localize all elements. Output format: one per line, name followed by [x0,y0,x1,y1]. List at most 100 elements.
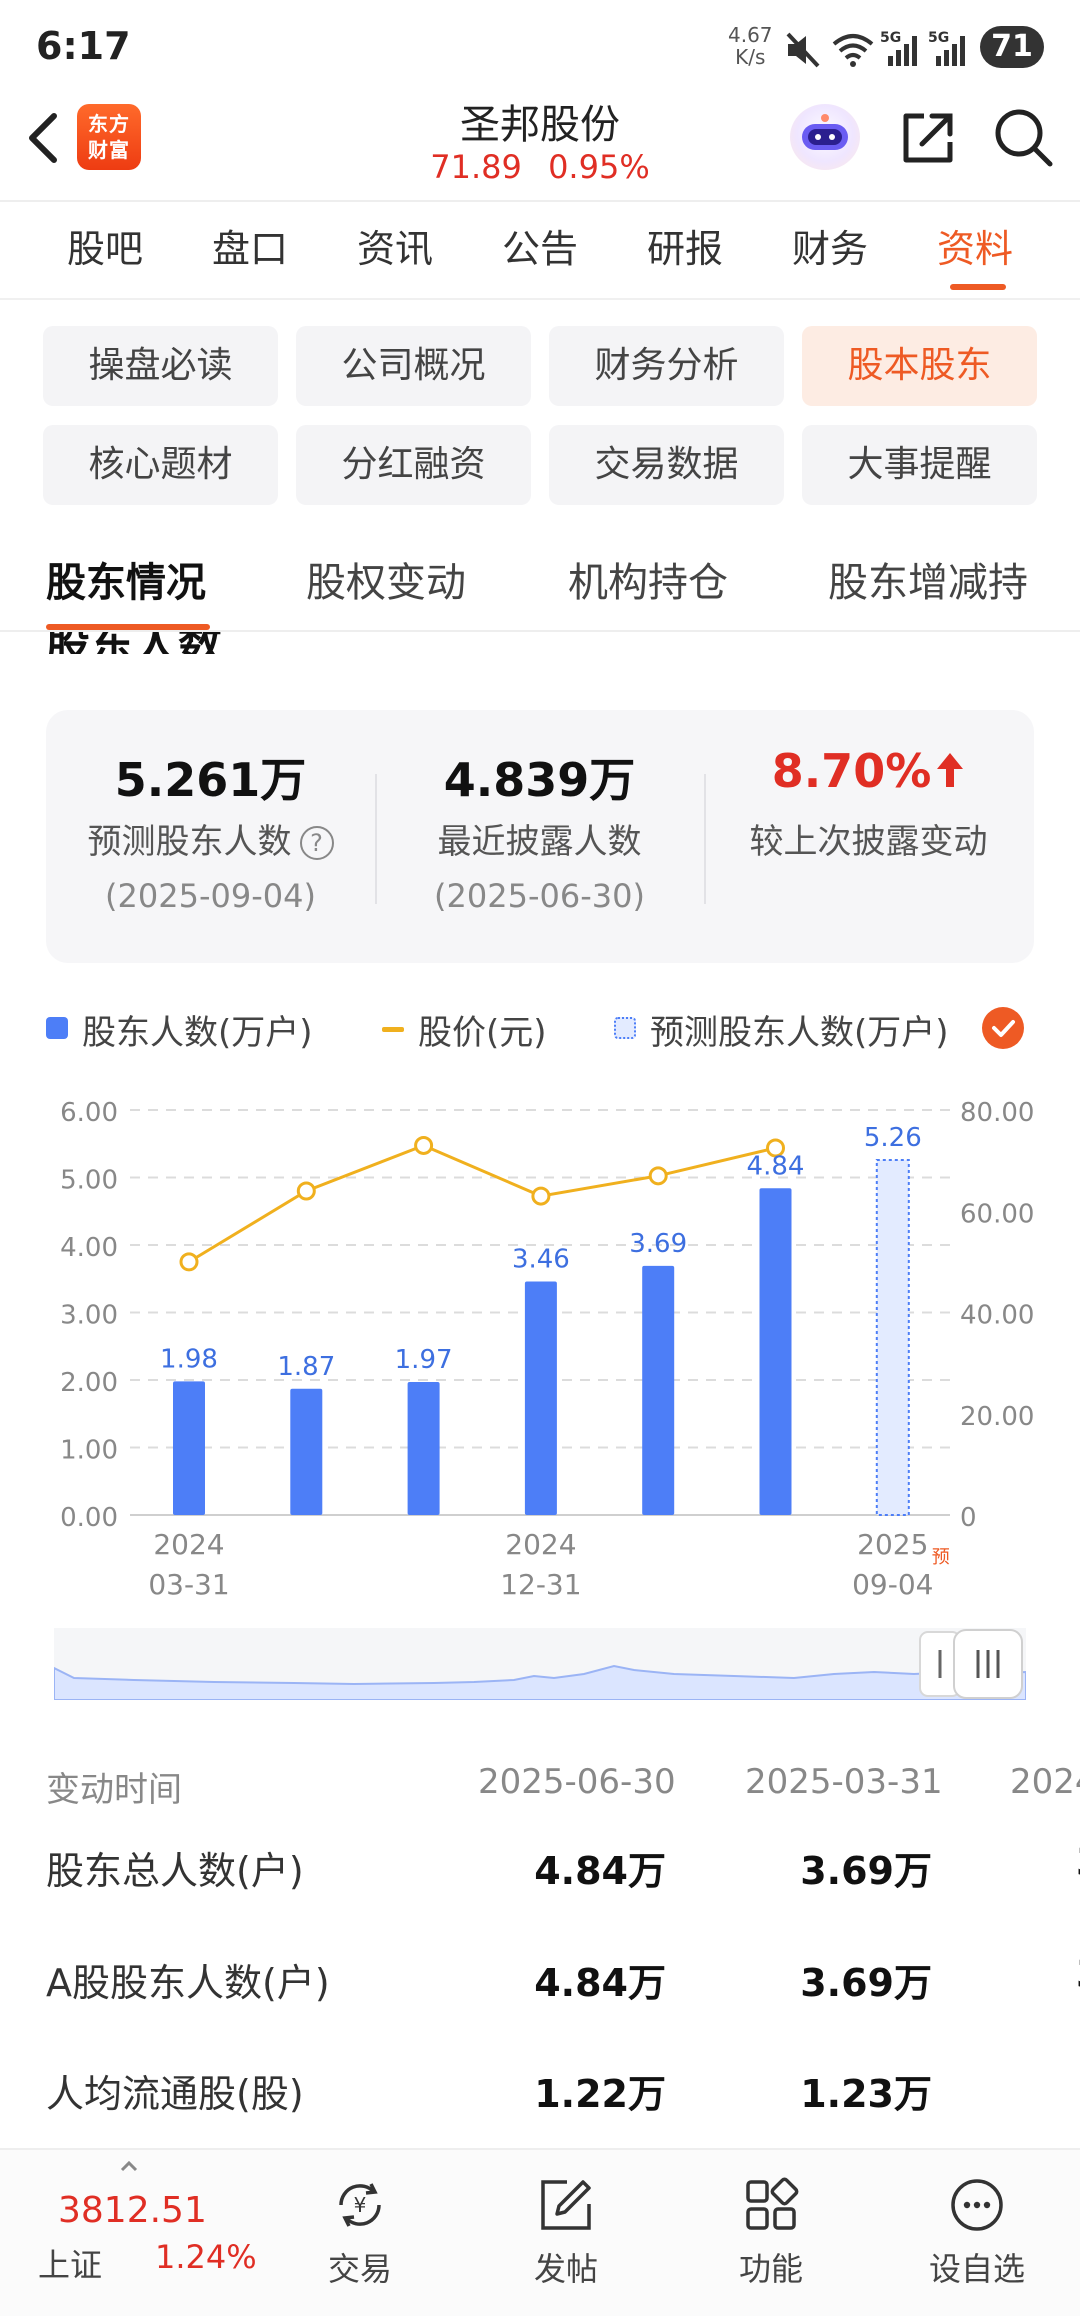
x-tick-year: 2024 [153,1528,224,1561]
chart-range-slider[interactable] [54,1628,1026,1700]
shareholder-chart[interactable]: 1.98 1.87 1.97 3.46 3.69 4.84 5.26 0.00 1.00 2.0… [0,1080,1080,1620]
arrow-up-icon [937,753,964,787]
trade-icon: ¥ [339,2183,381,2227]
stock-price: 71.89 [430,148,522,186]
svg-text:5G: 5G [880,30,901,46]
summary-value: 8.70% [704,744,1033,800]
summary-forecast: 5.261万 预测股东人数? (2025-09-04) [46,710,375,915]
app-logo[interactable]: 东方 财富 [77,104,141,170]
table-cell: 3 [880,1840,1080,1884]
sub-btn-dividends-financing[interactable]: 分红融资 [296,425,531,505]
y-left-tick-label: 5.00 [60,1166,118,1196]
edit-icon [541,2180,591,2230]
y-left-tick-label: 6.00 [60,1098,118,1128]
section-tab-equity-change[interactable]: 股权变动 [306,550,466,608]
summary-label: 最近披露人数 [437,822,642,862]
summary-date: (2025-09-04) [105,877,316,915]
nav-trade-button[interactable]: ¥ 交易 [290,2150,430,2290]
legend-swatch [46,1017,68,1039]
tab-finance[interactable]: 财务 [775,218,885,273]
table-row-label: 人均流通股(股) [46,2072,304,2116]
x-tick-date: 09-04 [852,1568,933,1601]
index-change: 1.24% [155,2238,257,2276]
y-right-tick-label: 60.00 [960,1199,1034,1229]
share-icon[interactable] [898,108,958,168]
tab-announcements[interactable]: 公告 [485,218,595,273]
section-tab-holder-changes[interactable]: 股东增减持 [828,550,1028,608]
tab-news[interactable]: 资讯 [340,218,450,273]
bar [407,1382,440,1515]
sub-btn-equity-shareholders[interactable]: 股本股东 [802,326,1037,406]
table-column-header: 2025-03-31 [745,1762,943,1802]
x-tick-year: 2024 [505,1528,576,1561]
sub-btn-trading-guide[interactable]: 操盘必读 [43,326,278,406]
bar-value-label: 5.26 [864,1123,922,1153]
y-left-tick-label: 3.00 [60,1301,118,1331]
summary-card: 5.261万 预测股东人数? (2025-09-04) 4.839万 最近披露人… [46,710,1034,963]
tab-research[interactable]: 研报 [630,218,740,273]
bar-value-label: 1.87 [277,1352,335,1382]
y-right-tick-label: 80.00 [960,1098,1034,1128]
y-left-tick-label: 1.00 [60,1436,118,1466]
bar-value-label: 3.69 [629,1229,687,1259]
caret-up-icon [120,2160,138,2172]
tab-guba[interactable]: 股吧 [50,218,160,273]
stock-quote: 71.89 0.95% [340,148,740,186]
back-arrow-icon[interactable] [20,106,70,170]
main-tabs: 股吧 盘口 资讯 公告 研报 财务 资料 [0,218,1080,298]
checkmark-toggle-icon[interactable] [982,1007,1024,1049]
help-icon[interactable]: ? [299,826,334,860]
nav-watchlist-button[interactable]: 设自选 [907,2150,1047,2290]
bar-value-label: 3.46 [512,1244,570,1274]
tabs-divider [0,298,1080,300]
ai-assistant-avatar[interactable] [790,104,860,170]
nav-post-button[interactable]: 发帖 [496,2150,636,2290]
tab-pankou[interactable]: 盘口 [195,218,305,273]
nav-functions-button[interactable]: 功能 [701,2150,841,2290]
section-tab-institutional[interactable]: 机构持仓 [568,550,728,608]
price-point [531,1186,551,1206]
search-icon[interactable] [992,106,1054,168]
x-tick-date: 03-31 [148,1568,229,1601]
price-point [179,1252,199,1272]
summary-label: 预测股东人数? [46,814,375,863]
bar [524,1281,557,1515]
table-cell: 4.84万 [534,1849,666,1893]
table-column-header: 2025-06-30 [478,1762,676,1802]
bar [290,1388,323,1515]
mute-icon [786,32,820,68]
index-value: 3812.51 [58,2190,207,2231]
sub-btn-trading-data[interactable]: 交易数据 [549,425,784,505]
table-cell: 1 [880,2063,1080,2107]
table-row-label: A股股东人数(户) [46,1961,330,2005]
section-tab-shareholders[interactable]: 股东情况 [46,550,206,608]
price-point [296,1181,316,1201]
header-divider [0,200,1080,202]
signal-5g-icon: 5G [880,30,917,66]
bar [759,1188,792,1515]
sub-btn-core-themes[interactable]: 核心题材 [43,425,278,505]
forecast-marker: 预 [932,1547,950,1568]
battery-indicator: 71 [980,26,1044,68]
network-speed: 4.67 K/s [728,23,773,69]
shareholder-table: 变动时间 2025-06-30 2025-03-31 2024 股东总人数(户)… [0,1740,1080,2140]
index-widget[interactable]: 3812.51 上证 1.24% [0,2150,257,2318]
status-bar: 6:17 4.67 K/s 5G 5G 71 [0,0,1080,96]
summary-label: 较上次披露变动 [749,822,988,862]
sub-btn-event-reminders[interactable]: 大事提醒 [802,425,1037,505]
sub-btn-financial-analysis[interactable]: 财务分析 [549,326,784,406]
section-heading-clip: 股东人数 [46,632,346,654]
more-dots-icon [951,2179,1003,2231]
legend-swatch [382,1027,404,1032]
table-cell: 4.84万 [534,1961,666,2005]
table-header-label: 变动时间 [46,1770,182,1810]
y-right-tick-label: 20.00 [960,1402,1034,1432]
grid-icon [746,2177,799,2230]
summary-latest: 4.839万 最近披露人数 (2025-06-30) [375,710,704,915]
svg-text:¥: ¥ [354,2193,367,2217]
tab-profile[interactable]: 资料 [920,218,1030,273]
active-tab-indicator [950,284,1006,290]
robot-icon [802,114,848,150]
sub-btn-company-overview[interactable]: 公司概况 [296,326,531,406]
bar [642,1265,675,1515]
